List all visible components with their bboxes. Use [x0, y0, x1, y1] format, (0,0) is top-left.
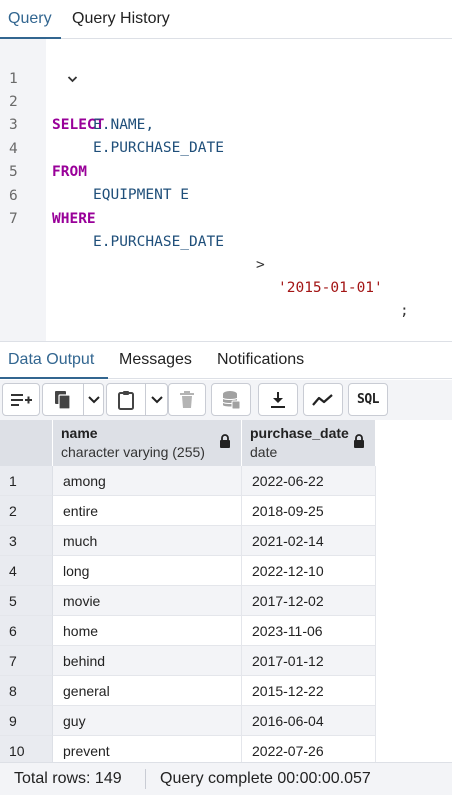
- column-name: name: [61, 425, 98, 441]
- line-number: 7: [9, 211, 18, 227]
- add-row-button[interactable]: [2, 383, 40, 416]
- row-number[interactable]: 8: [0, 676, 53, 706]
- copy-options-button[interactable]: [83, 384, 104, 415]
- download-button[interactable]: [258, 383, 298, 416]
- paste-button-group: [106, 383, 168, 416]
- editor-line-3: 3 E.PURCHASE_DATE: [0, 91, 224, 156]
- sql-editor[interactable]: 1 SELECT 2 E.NAME, 3 E.PURCHASE_DATE 4 F…: [0, 39, 452, 342]
- sql-identifier: E.NAME,: [93, 117, 155, 133]
- row-number[interactable]: 4: [0, 556, 53, 586]
- sql-keyword: FROM: [52, 164, 87, 180]
- editor-line-5: 5 EQUIPMENT E: [0, 138, 189, 203]
- cell-purchase-date[interactable]: 2016-06-04: [242, 706, 376, 736]
- paste-button[interactable]: [107, 384, 145, 415]
- graph-icon: [312, 393, 333, 406]
- sql-terminator: ;: [400, 303, 409, 319]
- cell-name[interactable]: home: [53, 616, 242, 646]
- sql-operator: >: [256, 257, 265, 273]
- row-number[interactable]: 10: [0, 736, 53, 762]
- sql-button[interactable]: SQL: [348, 383, 388, 416]
- column-name: purchase_date: [250, 425, 349, 441]
- copy-button-group: [42, 383, 104, 416]
- paste-icon: [118, 390, 134, 410]
- sql-identifier: E.PURCHASE_DATE: [93, 140, 224, 156]
- editor-line-7: 7 E.PURCHASE_DATE > '2015-01-01' ;: [0, 185, 409, 319]
- row-number[interactable]: 1: [0, 466, 53, 496]
- status-divider: [145, 769, 146, 789]
- cell-purchase-date[interactable]: 2017-01-12: [242, 646, 376, 676]
- cell-name[interactable]: among: [53, 466, 242, 496]
- cell-name[interactable]: guy: [53, 706, 242, 736]
- chevron-down-icon: [88, 395, 100, 403]
- cell-name[interactable]: prevent: [53, 736, 242, 762]
- cell-name[interactable]: behind: [53, 646, 242, 676]
- paste-options-button[interactable]: [145, 384, 168, 415]
- editor-line-4: 4 FROM: [0, 115, 87, 180]
- row-number[interactable]: 2: [0, 496, 53, 526]
- cell-name[interactable]: entire: [53, 496, 242, 526]
- query-tab-bar: Query Query History: [0, 0, 452, 39]
- chevron-down-icon: [151, 395, 163, 403]
- editor-line-2: 2 E.NAME,: [0, 68, 154, 133]
- row-number-header: [0, 420, 53, 466]
- sql-button-label: SQL: [357, 392, 379, 407]
- output-tab-bar: Data Output Messages Notifications: [0, 343, 452, 379]
- tab-data-output[interactable]: Data Output: [0, 343, 108, 379]
- tab-query-history[interactable]: Query History: [72, 0, 170, 39]
- copy-icon: [55, 390, 71, 410]
- cell-name[interactable]: general: [53, 676, 242, 706]
- copy-button[interactable]: [43, 384, 83, 415]
- delete-button[interactable]: [168, 383, 206, 416]
- save-data-button[interactable]: [211, 383, 251, 416]
- editor-line-1: 1 SELECT: [0, 45, 104, 133]
- delete-icon: [180, 390, 194, 408]
- cell-name[interactable]: long: [53, 556, 242, 586]
- tab-query[interactable]: Query: [0, 0, 61, 39]
- result-grid[interactable]: name character varying (255) purchase_da…: [0, 420, 452, 762]
- cell-purchase-date[interactable]: 2015-12-22: [242, 676, 376, 706]
- row-number[interactable]: 3: [0, 526, 53, 556]
- save-data-icon: [222, 390, 241, 409]
- query-status: Query complete 00:00:00.057: [160, 770, 371, 787]
- cell-purchase-date[interactable]: 2018-09-25: [242, 496, 376, 526]
- column-header-name[interactable]: name character varying (255): [53, 420, 242, 466]
- cell-purchase-date[interactable]: 2023-11-06: [242, 616, 376, 646]
- cell-name[interactable]: movie: [53, 586, 242, 616]
- cell-purchase-date[interactable]: 2017-12-02: [242, 586, 376, 616]
- lock-icon: [220, 434, 230, 448]
- cell-purchase-date[interactable]: 2022-06-22: [242, 466, 376, 496]
- row-number[interactable]: 9: [0, 706, 53, 736]
- status-bar: Total rows: 149 Query complete 00:00:00.…: [0, 762, 452, 795]
- add-row-icon: [11, 393, 32, 406]
- cell-name[interactable]: much: [53, 526, 242, 556]
- sql-string-literal: '2015-01-01': [278, 280, 383, 296]
- column-type: date: [250, 444, 278, 460]
- sql-identifier: EQUIPMENT E: [93, 187, 190, 203]
- column-header-purchase-date[interactable]: purchase_date date: [242, 420, 376, 466]
- row-number[interactable]: 6: [0, 616, 53, 646]
- row-number[interactable]: 5: [0, 586, 53, 616]
- graph-visualiser-button[interactable]: [303, 383, 343, 416]
- download-icon: [271, 391, 285, 408]
- tab-messages[interactable]: Messages: [119, 343, 192, 379]
- row-number[interactable]: 7: [0, 646, 53, 676]
- editor-line-6: 6 WHERE: [0, 162, 96, 227]
- tab-notifications[interactable]: Notifications: [217, 343, 304, 379]
- cell-purchase-date[interactable]: 2022-07-26: [242, 736, 376, 762]
- sql-keyword: WHERE: [52, 211, 96, 227]
- sql-identifier: E.PURCHASE_DATE: [93, 234, 224, 250]
- column-type: character varying (255): [61, 444, 205, 460]
- cell-purchase-date[interactable]: 2021-02-14: [242, 526, 376, 556]
- cell-purchase-date[interactable]: 2022-12-10: [242, 556, 376, 586]
- lock-icon: [354, 434, 364, 448]
- data-output-toolbar: SQL: [0, 380, 452, 420]
- total-rows: Total rows: 149: [14, 770, 122, 787]
